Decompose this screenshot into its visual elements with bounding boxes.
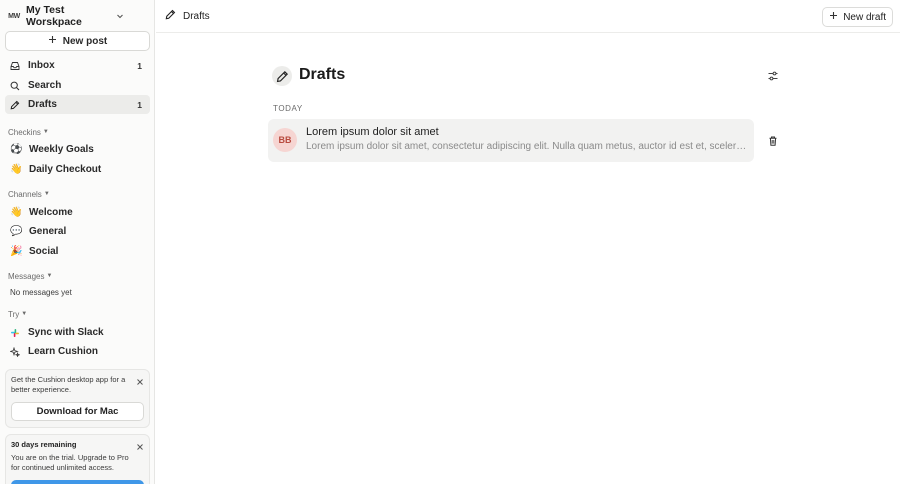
unread-count-badge: 1	[137, 60, 142, 71]
top-bar: Drafts New draft	[156, 0, 900, 33]
sidebar-item-weekly-goals[interactable]: ⚽ Weekly Goals	[5, 140, 150, 159]
try-section-toggle[interactable]: Try ▼	[8, 308, 27, 320]
sidebar-item-sync-slack[interactable]: Sync with Slack	[5, 323, 150, 342]
close-icon[interactable]	[136, 375, 144, 385]
caret-down-icon: ▼	[43, 191, 50, 197]
sidebar-item-label: Sync with Slack	[28, 327, 104, 338]
section-heading: Messages	[8, 271, 45, 281]
sidebar-item-inbox[interactable]: Inbox 1	[5, 56, 150, 75]
filter-settings-icon[interactable]	[767, 70, 779, 82]
sidebar-item-welcome[interactable]: 👋 Welcome	[5, 203, 150, 222]
sidebar-item-label: Social	[29, 246, 59, 257]
sidebar-item-drafts[interactable]: Drafts 1	[5, 95, 150, 114]
caret-down-icon: ▼	[21, 311, 28, 317]
section-heading: Channels	[8, 189, 42, 199]
plus-icon	[48, 35, 57, 47]
draft-title: Lorem ipsum dolor sit amet	[306, 126, 439, 138]
sidebar-item-search[interactable]: Search	[5, 76, 150, 95]
sidebar-item-label: Learn Cushion	[28, 346, 99, 357]
waving-hand-icon: 👋	[10, 164, 23, 175]
new-draft-button[interactable]: New draft	[822, 7, 893, 27]
new-post-button[interactable]: New post	[5, 31, 150, 51]
draft-list-item[interactable]: BB Lorem ipsum dolor sit amet Lorem ipsu…	[268, 119, 754, 162]
party-popper-icon: 🎉	[10, 246, 23, 257]
sidebar-item-social[interactable]: 🎉 Social	[5, 242, 150, 261]
channels-section-toggle[interactable]: Channels ▼	[8, 188, 50, 200]
caret-down-icon: ▼	[42, 129, 49, 135]
avatar: BB	[273, 128, 297, 152]
section-heading: Checkins	[8, 127, 41, 137]
trial-promo: 30 days remaining You are on the trial. …	[5, 434, 150, 484]
plus-icon	[829, 11, 838, 23]
download-mac-button[interactable]: Download for Mac	[11, 402, 144, 421]
pencil-icon	[165, 9, 176, 23]
workspace-switcher[interactable]: MW My Test Worskpace	[4, 4, 128, 28]
desktop-app-promo: Get the Cushion desktop app for a better…	[5, 369, 150, 428]
pencil-icon	[10, 100, 20, 110]
speech-bubble-icon: 💬	[10, 226, 23, 237]
chevron-down-icon	[115, 11, 124, 21]
slack-icon	[10, 328, 20, 338]
breadcrumb: Drafts	[165, 9, 210, 23]
inbox-icon	[10, 61, 20, 71]
page-title: Drafts	[299, 66, 346, 83]
sidebar-item-label: Search	[28, 80, 62, 91]
workspace-logo: MW	[8, 12, 20, 20]
sidebar-item-label: Inbox	[28, 60, 55, 71]
search-icon	[10, 81, 20, 91]
sidebar-item-label: General	[29, 226, 67, 237]
date-group-label: TODAY	[273, 104, 303, 113]
sparkle-icon	[10, 346, 20, 357]
sidebar-item-label: Daily Checkout	[29, 164, 102, 175]
pencil-icon	[272, 66, 292, 86]
sidebar-item-learn-cushion[interactable]: Learn Cushion	[5, 342, 150, 361]
sidebar-item-label: Drafts	[28, 99, 57, 110]
trial-text: You are on the trial. Upgrade to Pro for…	[11, 453, 129, 472]
new-post-label: New post	[62, 35, 108, 47]
trial-remaining-title: 30 days remaining	[11, 440, 77, 449]
sidebar-item-label: Welcome	[29, 207, 73, 218]
waving-hand-icon: 👋	[10, 207, 23, 218]
upgrade-button[interactable]	[11, 480, 144, 484]
caret-down-icon: ▼	[46, 273, 53, 279]
checkins-section-toggle[interactable]: Checkins ▼	[8, 126, 49, 138]
new-draft-label: New draft	[843, 11, 886, 23]
drafts-count-badge: 1	[137, 99, 142, 110]
sidebar-item-label: Weekly Goals	[29, 144, 94, 155]
sidebar: MW My Test Worskpace New post Inbox 1 Se…	[0, 0, 155, 484]
messages-section-toggle[interactable]: Messages ▼	[8, 270, 52, 282]
breadcrumb-label: Drafts	[183, 10, 210, 22]
workspace-name: My Test Worskpace	[26, 4, 82, 28]
promo-text: Get the Cushion desktop app for a better…	[11, 375, 126, 394]
close-icon[interactable]	[136, 440, 144, 450]
section-heading: Try	[8, 309, 20, 319]
trash-icon[interactable]	[767, 135, 779, 147]
draft-snippet: Lorem ipsum dolor sit amet, consectetur …	[306, 141, 748, 152]
sidebar-item-daily-checkout[interactable]: 👋 Daily Checkout	[5, 160, 150, 179]
soccer-ball-icon: ⚽	[10, 144, 23, 155]
sidebar-item-general[interactable]: 💬 General	[5, 222, 150, 241]
messages-empty-text: No messages yet	[10, 288, 72, 297]
